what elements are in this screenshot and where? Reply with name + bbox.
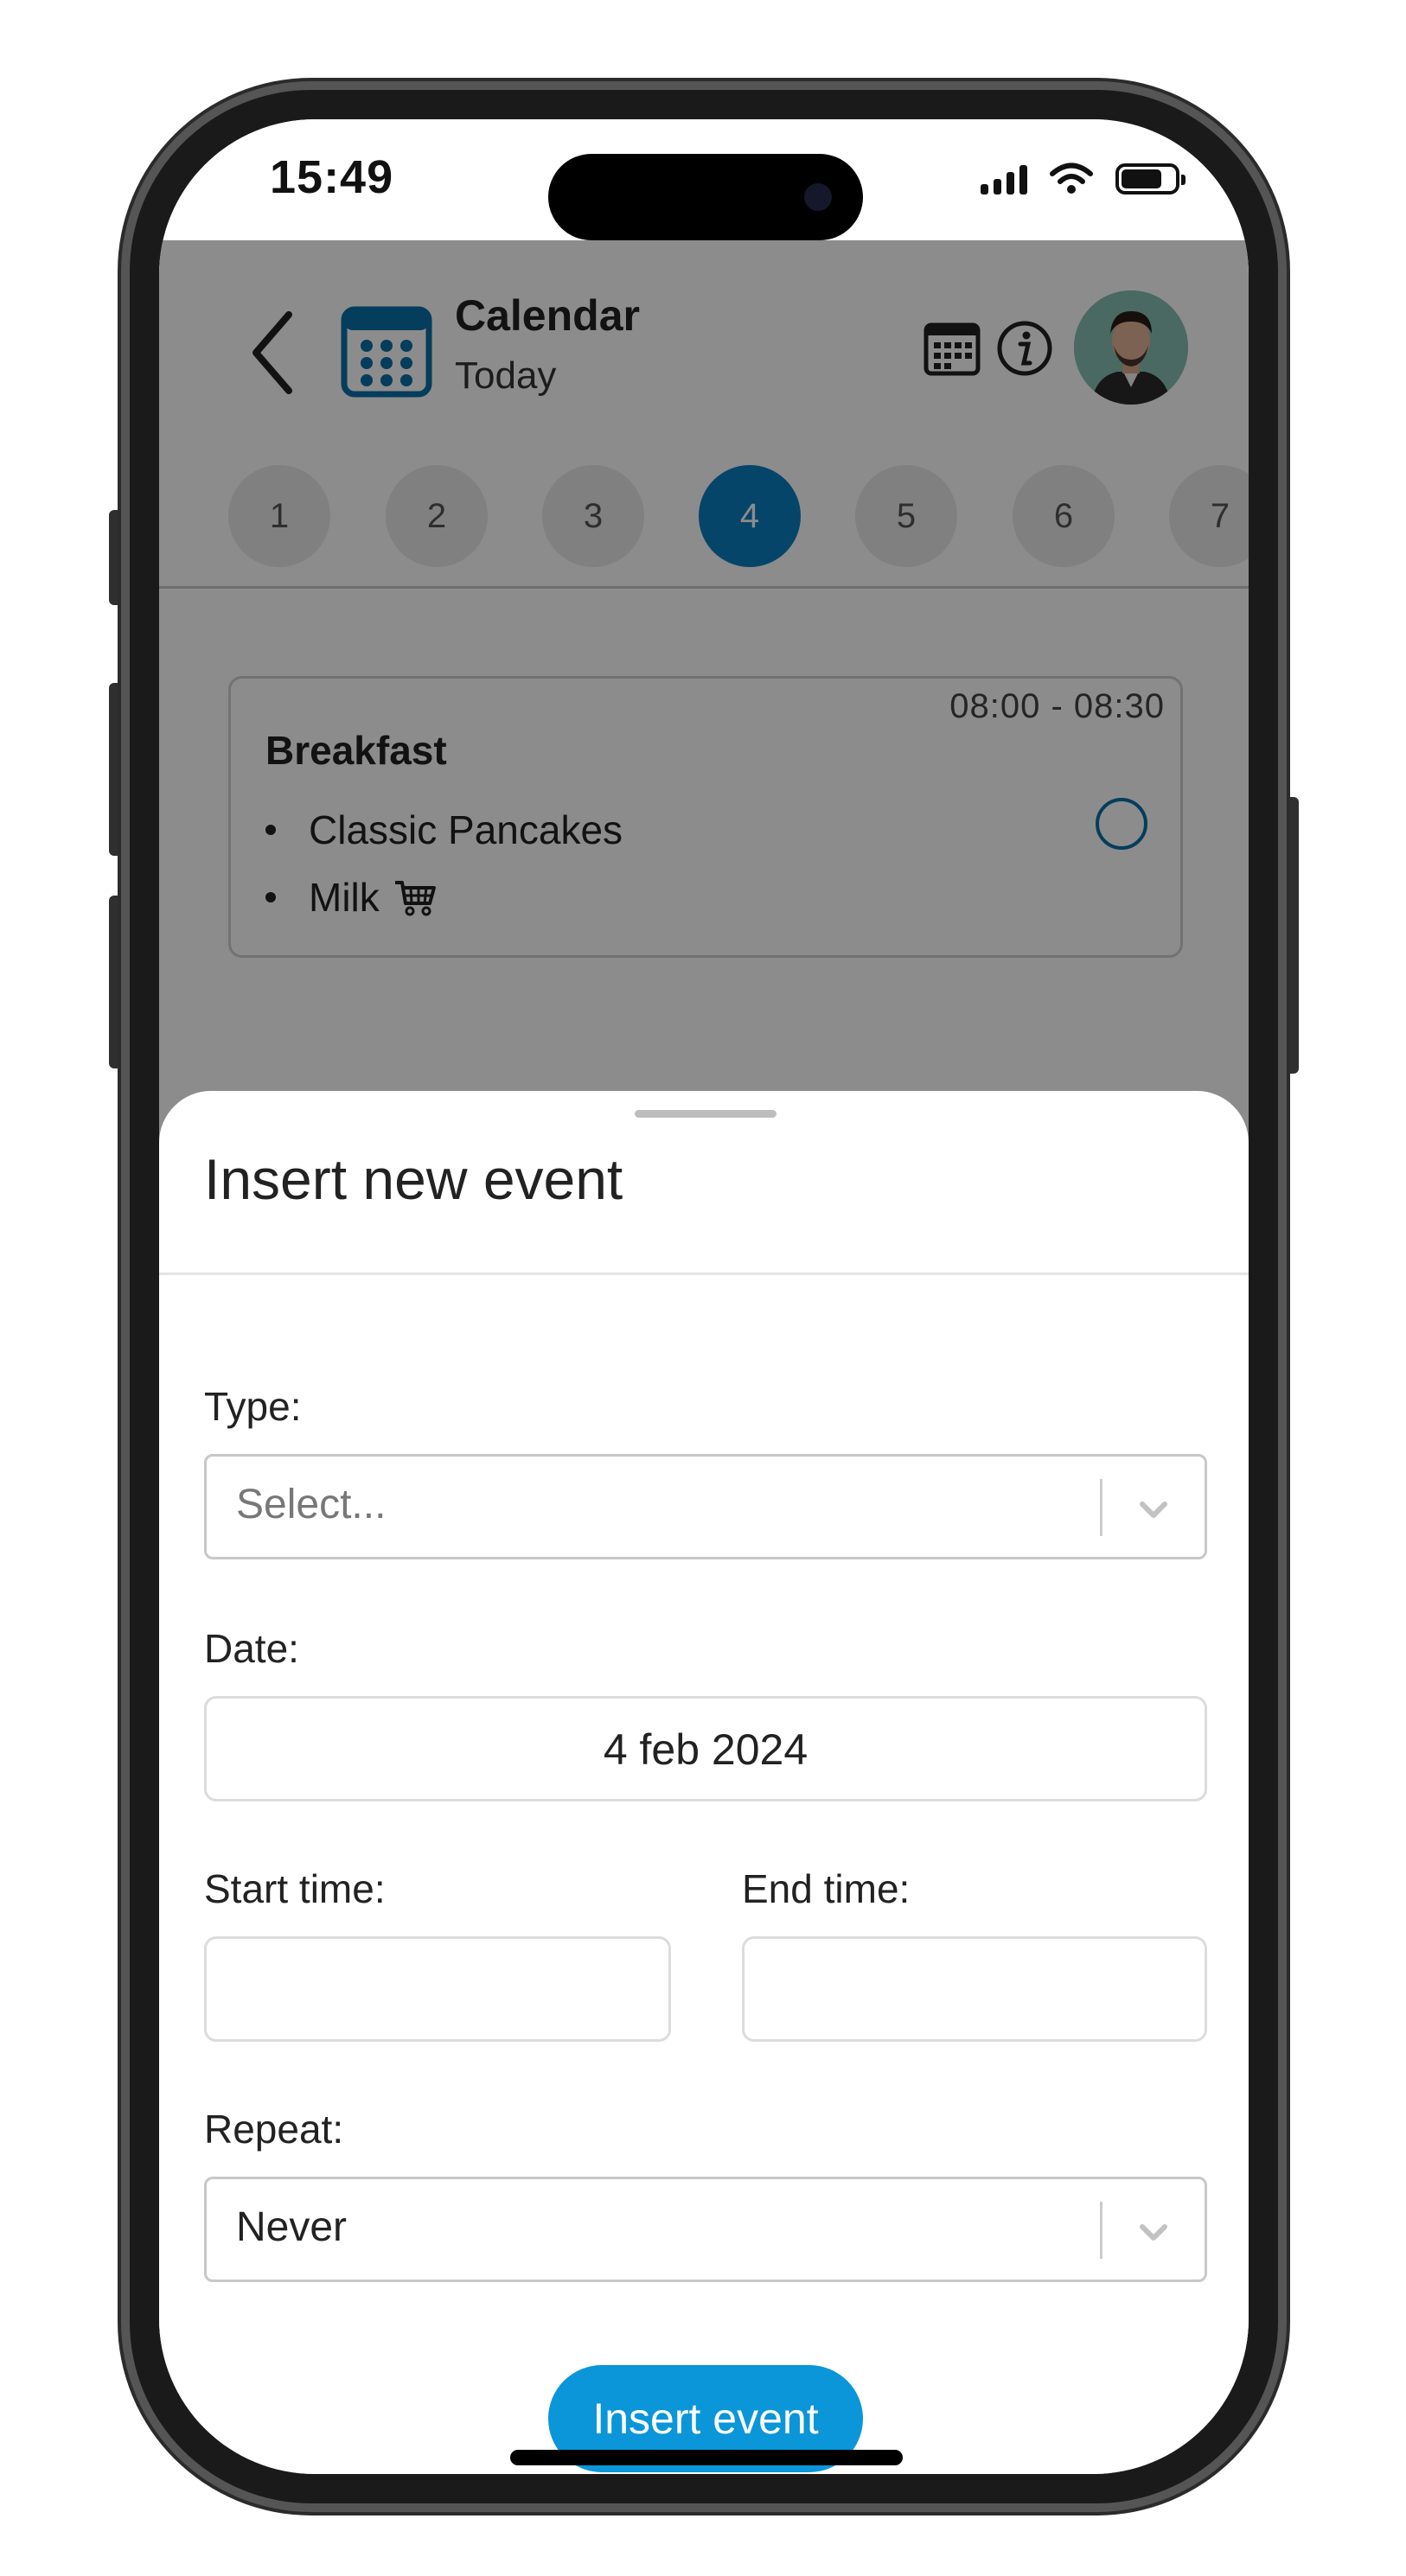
end-time-label: End time: — [742, 1866, 911, 1911]
type-select[interactable]: Select... — [204, 1454, 1207, 1559]
power-button — [1285, 797, 1299, 1074]
phone-screen: 15:49 Calendar Today 1 2 3 4 5 6 7 08:00… — [159, 119, 1249, 2474]
type-label: Type: — [204, 1384, 302, 1429]
select-separator — [1100, 2202, 1102, 2259]
select-separator — [1100, 1479, 1102, 1536]
chevron-down-icon[interactable] — [1134, 1489, 1173, 1529]
home-indicator[interactable] — [510, 2450, 903, 2465]
date-field[interactable]: 4 feb 2024 — [204, 1696, 1207, 1801]
end-time-field[interactable] — [742, 1936, 1207, 2042]
repeat-label: Repeat: — [204, 2107, 344, 2152]
status-icons — [981, 163, 1186, 195]
wifi-icon — [1050, 163, 1093, 194]
start-time-field[interactable] — [204, 1936, 671, 2042]
date-field-value: 4 feb 2024 — [603, 1725, 808, 1774]
repeat-select[interactable]: Never — [204, 2177, 1207, 2282]
dynamic-island — [548, 154, 863, 240]
repeat-select-value: Never — [236, 2204, 348, 2250]
cellular-signal-icon — [981, 163, 1027, 194]
camera-icon — [804, 183, 832, 211]
date-label: Date: — [204, 1626, 299, 1671]
start-time-label: Start time: — [204, 1866, 386, 1911]
sheet-drag-handle[interactable] — [635, 1110, 776, 1118]
insert-event-sheet: Insert new event Type: Select... Date: 4… — [159, 1091, 1249, 2474]
divider — [159, 1272, 1249, 1275]
chevron-down-icon[interactable] — [1134, 2212, 1173, 2252]
status-bar: 15:49 — [159, 119, 1249, 240]
status-time: 15:49 — [270, 151, 394, 203]
type-select-value: Select... — [236, 1482, 387, 1527]
sheet-title: Insert new event — [204, 1147, 623, 1211]
battery-icon — [1115, 163, 1186, 194]
